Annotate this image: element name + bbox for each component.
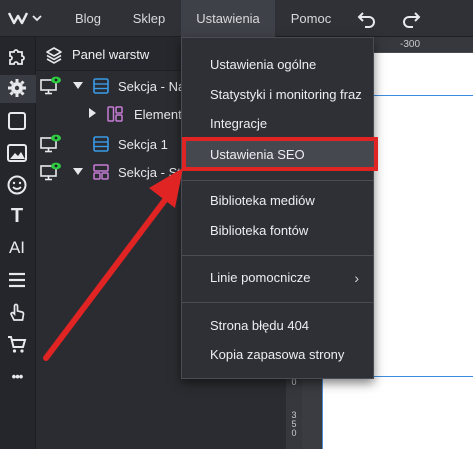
menu-item-backup[interactable]: Kopia zapasowa strony [182,341,373,369]
square-icon[interactable] [6,110,28,132]
settings-dropdown: Ustawienia ogólne Statystyki i monitorin… [181,37,374,379]
menu-separator [182,180,373,181]
ruler-label: 3 5 0 [291,410,297,438]
chevron-right-icon: › [354,270,359,286]
menu-item-general-settings[interactable]: Ustawienia ogólne [182,51,373,79]
cart-icon[interactable] [6,333,28,355]
touch-hand-icon[interactable] [6,301,28,323]
annotation-highlight-box [182,137,378,171]
left-toolbar: T AI ••• [0,37,36,449]
undo-icon[interactable] [357,9,377,29]
smiley-icon[interactable] [6,174,28,196]
section-icon [93,136,109,152]
ai-tool-icon[interactable]: AI [6,237,28,259]
menu-item-404-page[interactable]: Strona błędu 404 [182,312,373,340]
element-icon [107,106,123,122]
layer-label: Sekcja 1 [118,137,168,152]
layer-label: Sekcja - Na [118,79,186,94]
menu-item-label: Linie pomocnicze [210,270,311,285]
menu-blog[interactable]: Blog [62,0,114,37]
menu-item-statistics[interactable]: Statystyki i monitoring fraz [182,81,373,109]
layer-label: Sekcja - St [118,165,181,180]
menu-separator [182,302,373,303]
menu-item-guide-lines[interactable]: Linie pomocnicze › [182,264,373,292]
device-visibility-icon[interactable] [40,162,62,182]
menu-item-integrations[interactable]: Integracje [182,110,373,138]
expand-caret-icon[interactable] [73,82,83,89]
layer-label: Element [134,107,182,122]
menu-ustawienia[interactable]: Ustawienia [181,0,275,37]
ruler-label: 0 [291,377,297,387]
gear-icon[interactable] [6,77,28,99]
layers-icon [46,47,62,64]
menu-pomoc[interactable]: Pomoc [280,0,342,37]
section-grid-icon [93,164,109,180]
collapse-caret-icon[interactable] [89,108,96,118]
device-visibility-icon[interactable] [40,76,62,96]
expand-caret-icon[interactable] [73,168,83,175]
hamburger-menu-icon[interactable] [6,269,28,291]
text-tool-icon[interactable]: T [6,205,28,227]
redo-icon[interactable] [401,9,421,29]
menu-item-media-library[interactable]: Biblioteka mediów [182,187,373,215]
image-icon[interactable] [6,142,28,164]
logo-icon[interactable] [6,8,46,28]
section-icon [93,78,109,94]
more-icon[interactable]: ••• [6,365,28,387]
device-visibility-icon[interactable] [40,134,62,154]
ruler-label: -300 [400,39,421,50]
puzzle-icon[interactable] [6,45,28,67]
panel-title: Panel warstw [72,47,150,62]
menu-item-font-library[interactable]: Biblioteka fontów [182,217,373,245]
menu-sklep[interactable]: Sklep [120,0,178,37]
menu-separator [182,255,373,256]
top-bar: Blog Sklep Ustawienia Pomoc [0,0,473,37]
